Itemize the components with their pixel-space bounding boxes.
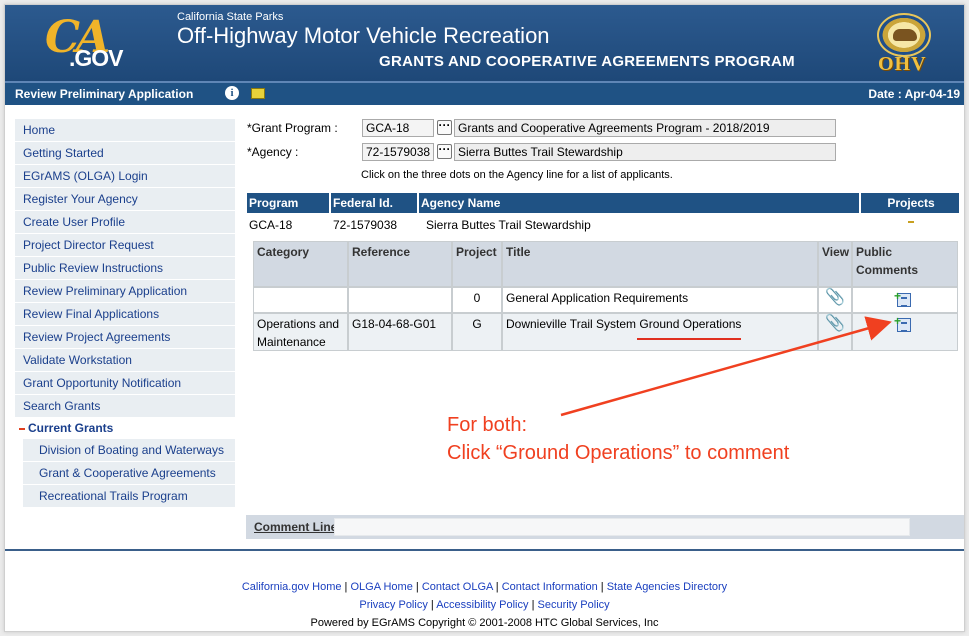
row1-public-comments (853, 287, 957, 312)
footer-links-row1: California.gov Home | OLGA Home | Contac… (241, 581, 728, 593)
row1-add-comment-icon[interactable] (894, 287, 911, 307)
row2-view-paperclip-icon[interactable]: 📎 (819, 314, 851, 350)
page-title: Review Preliminary Application (15, 87, 194, 101)
federal-id-cell: 72-1579038 (333, 218, 398, 232)
sidebar-item-home[interactable]: Home (15, 119, 235, 142)
org-name: California State Parks (177, 11, 284, 23)
sidebar-subitem-boating-waterways[interactable]: Division of Boating and Waterways (23, 439, 235, 462)
annotation-underline (637, 338, 741, 340)
category-header: Category (254, 242, 347, 286)
agency-label: *Agency : (247, 145, 299, 159)
footer-link-state-agencies[interactable]: State Agencies Directory (607, 581, 727, 593)
category-table: Category Reference Project Title View Pu… (253, 241, 958, 351)
row1-category (254, 288, 347, 312)
row2-reference: G18-04-68-G01 (349, 314, 451, 350)
agency-code-field[interactable]: 72-1579038 (362, 143, 434, 161)
projects-column-header: Projects (861, 193, 959, 213)
sidebar-item-search-grants[interactable]: Search Grants (15, 395, 235, 418)
date-display: Date : Apr-04-19 (868, 87, 960, 101)
footer-divider (5, 549, 964, 551)
page-title-bar: Review Preliminary Application i Date : … (5, 81, 964, 105)
row1-title-text: General Application Requirements (506, 291, 689, 305)
agency-name-column-header: Agency Name (419, 193, 859, 213)
row1-project: 0 (453, 288, 501, 312)
sidebar-item-login[interactable]: EGrAMS (OLGA) Login (15, 165, 235, 188)
public-comments-header: Public Comments (853, 242, 957, 286)
sidebar-item-validate-workstation[interactable]: Validate Workstation (15, 349, 235, 372)
help-book-icon[interactable] (251, 88, 265, 99)
sidebar-subitem-grant-cooperative-agreements[interactable]: Grant & Cooperative Agreements (23, 462, 235, 485)
agency-hint-text: Click on the three dots on the Agency li… (361, 169, 673, 181)
view-header: View (819, 242, 851, 286)
grant-program-label: *Grant Program : (247, 121, 338, 135)
grant-program-row: *Grant Program : GCA-18 ··· Grants and C… (247, 119, 847, 137)
footer-link-california-gov[interactable]: California.gov Home (242, 581, 342, 593)
sidebar-item-getting-started[interactable]: Getting Started (15, 142, 235, 165)
page-frame: CA .GOV California State Parks Off-Highw… (4, 4, 965, 632)
comment-line-field[interactable] (334, 518, 910, 536)
row2-category: Operations and Maintenance (254, 314, 347, 350)
footer-link-contact-information[interactable]: Contact Information (502, 581, 598, 593)
program-cell: GCA-18 (249, 218, 293, 232)
footer-copyright: Powered by EGrAMS Copyright © 2001-2008 … (310, 617, 659, 629)
sidebar-item-project-director-request[interactable]: Project Director Request (15, 234, 235, 257)
row2-title: Downieville Trail System Ground Operatio… (503, 314, 817, 350)
footer-link-privacy[interactable]: Privacy Policy (359, 599, 427, 611)
agency-name-cell: Sierra Buttes Trail Stewardship (426, 218, 591, 232)
federal-id-column-header: Federal Id. (331, 193, 417, 213)
annotation-line2: Click “Ground Operations” to comment (447, 442, 790, 464)
project-header: Project (453, 242, 501, 286)
title-header: Title (503, 242, 817, 286)
sidebar-item-create-user-profile[interactable]: Create User Profile (15, 211, 235, 234)
sidebar-item-register-agency[interactable]: Register Your Agency (15, 188, 235, 211)
row2-add-comment-icon[interactable] (894, 312, 911, 332)
sidebar-item-review-project-agreements[interactable]: Review Project Agreements (15, 326, 235, 349)
annotation-line1: For both: (447, 414, 528, 436)
row1-reference (349, 288, 451, 312)
comment-line-bar: Comment Line: (246, 515, 964, 539)
footer-link-accessibility[interactable]: Accessibility Policy (436, 599, 528, 611)
sidebar-section-label: Current Grants (28, 421, 114, 435)
site-title: Off-Highway Motor Vehicle Recreation (177, 23, 550, 48)
footer-link-contact-olga[interactable]: Contact OLGA (422, 581, 493, 593)
program-column-header: Program (247, 193, 329, 213)
ca-gov-logo[interactable]: CA .GOV (39, 11, 139, 75)
agency-row: *Agency : 72-1579038 ··· Sierra Buttes T… (247, 143, 847, 161)
row1-view-paperclip-icon[interactable]: 📎 (819, 288, 851, 312)
site-header: CA .GOV California State Parks Off-Highw… (5, 5, 964, 81)
annotation-text: For both: Click “Ground Operations” to c… (447, 411, 789, 467)
comment-line-label: Comment Line: (254, 520, 342, 534)
row1-title: General Application Requirements (503, 288, 817, 312)
row2-public-comments (853, 312, 957, 350)
footer-link-olga-home[interactable]: OLGA Home (350, 581, 412, 593)
logo-gov-text: .GOV (69, 45, 124, 71)
sidebar-item-review-final-applications[interactable]: Review Final Applications (15, 303, 235, 326)
sidebar-nav: Home Getting Started EGrAMS (OLGA) Login… (15, 119, 235, 508)
grant-program-code-field[interactable]: GCA-18 (362, 119, 434, 137)
sidebar-subitem-recreational-trails[interactable]: Recreational Trails Program (23, 485, 235, 508)
grant-program-lookup-button[interactable]: ··· (437, 119, 452, 135)
sidebar-item-public-review-instructions[interactable]: Public Review Instructions (15, 257, 235, 280)
sidebar-section-current-grants[interactable]: Current Grants (15, 418, 235, 439)
sidebar-item-grant-opportunity-notification[interactable]: Grant Opportunity Notification (15, 372, 235, 395)
row2-title-text: Downieville Trail System (506, 317, 640, 331)
row2-project: G (453, 314, 501, 350)
footer-links-row2: Privacy Policy | Accessibility Policy | … (359, 599, 610, 611)
footer-link-security[interactable]: Security Policy (538, 599, 610, 611)
collapse-dash-icon (19, 427, 25, 430)
agency-lookup-button[interactable]: ··· (437, 143, 452, 159)
agency-name-field: Sierra Buttes Trail Stewardship (454, 143, 836, 161)
grant-program-name-field: Grants and Cooperative Agreements Progra… (454, 119, 836, 137)
reference-header: Reference (349, 242, 451, 286)
ground-operations-link[interactable]: Ground Operations (639, 317, 741, 331)
sidebar-item-review-preliminary-application[interactable]: Review Preliminary Application (15, 280, 235, 303)
ohv-badge: OHV (878, 53, 927, 75)
program-title: GRANTS AND COOPERATIVE AGREEMENTS PROGRA… (379, 53, 795, 70)
projects-toggle-icon[interactable] (908, 221, 914, 223)
info-icon[interactable]: i (225, 86, 239, 100)
state-parks-seal-icon (877, 13, 931, 57)
